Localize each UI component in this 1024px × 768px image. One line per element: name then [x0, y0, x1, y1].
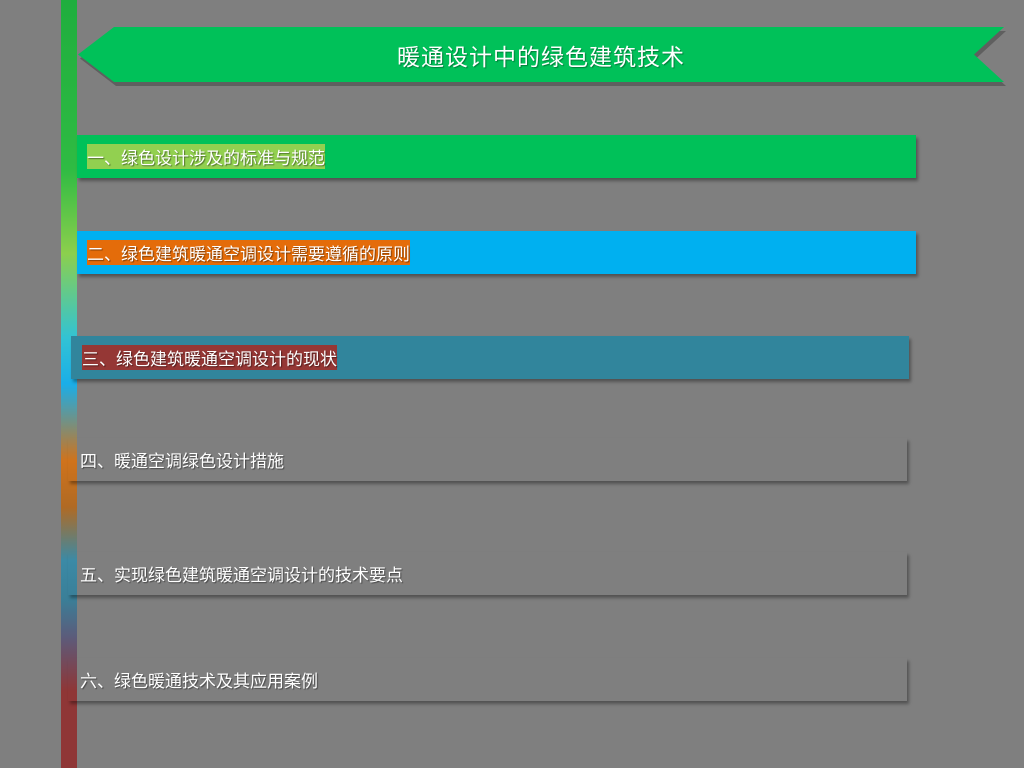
toc-item-label: 三、绿色建筑暖通空调设计的现状 — [82, 345, 337, 370]
toc-item-label: 二、绿色建筑暖通空调设计需要遵循的原则 — [87, 240, 410, 265]
timeline-bar — [61, 0, 77, 768]
toc-item-5[interactable]: 五、实现绿色建筑暖通空调设计的技术要点 — [68, 552, 907, 595]
toc-item-4[interactable]: 四、暖通空调绿色设计措施 — [68, 438, 907, 481]
toc-item-label: 一、绿色设计涉及的标准与规范 — [87, 144, 325, 169]
slide-title: 暖通设计中的绿色建筑技术 — [397, 44, 685, 71]
toc-item-label: 五、实现绿色建筑暖通空调设计的技术要点 — [80, 566, 403, 586]
toc-item-label: 四、暖通空调绿色设计措施 — [80, 452, 284, 472]
slide: 暖通设计中的绿色建筑技术 一、绿色设计涉及的标准与规范 二、绿色建筑暖通空调设计… — [0, 0, 1024, 768]
toc-item-3[interactable]: 三、绿色建筑暖通空调设计的现状 — [71, 336, 909, 379]
toc-item-6[interactable]: 六、绿色暖通技术及其应用案例 — [68, 658, 907, 701]
toc-item-2[interactable]: 二、绿色建筑暖通空调设计需要遵循的原则 — [77, 231, 916, 274]
toc-item-label: 六、绿色暖通技术及其应用案例 — [80, 672, 318, 692]
toc-item-1[interactable]: 一、绿色设计涉及的标准与规范 — [77, 135, 916, 178]
